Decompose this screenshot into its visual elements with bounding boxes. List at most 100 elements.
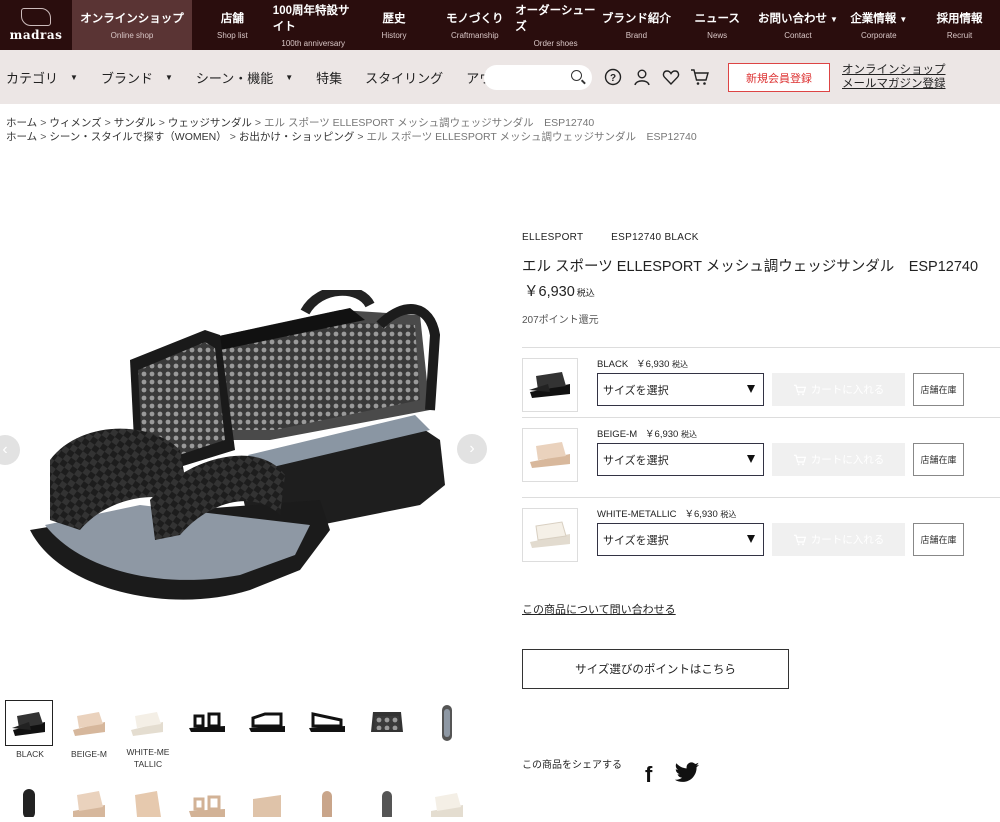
store-stock-button[interactable]: 店舗在庫 <box>913 373 964 406</box>
breadcrumb-current: エル スポーツ ELLESPORT メッシュ調ウェッジサンダル ESP12740 <box>366 131 697 143</box>
category-navigation: カテゴリ▼ ブランド▼ シーン・機能▼ 特集 スタイリング アウトレット ? 新… <box>0 50 1000 104</box>
twitter-icon[interactable] <box>673 762 701 784</box>
variant-color: BEIGE-M <box>597 429 638 440</box>
chevron-down-icon: ▼ <box>70 72 78 82</box>
nav-sublabel: Order shoes <box>533 39 578 48</box>
size-select[interactable]: サイズを選択 <box>597 523 764 556</box>
breadcrumb-separator: > <box>104 117 111 129</box>
add-to-cart-label: カートに入れる <box>810 384 885 396</box>
subnav-brand[interactable]: ブランド ▼ <box>101 68 173 87</box>
variant-row-beige: BEIGE-M ￥6,930 税込 サイズを選択 カートに入れる 店舗在庫 <box>522 417 1000 487</box>
add-to-cart-button[interactable]: カートに入れる <box>772 523 905 556</box>
nav-label: お問い合わせ <box>758 13 828 25</box>
nav-history[interactable]: 歴史 History <box>354 0 435 50</box>
breadcrumb-separator: > <box>229 131 236 143</box>
variant-image <box>522 508 578 562</box>
thumbnail-row2-2[interactable] <box>65 776 113 822</box>
chevron-down-icon: ▼ <box>899 15 908 24</box>
nav-corporate[interactable]: 企業情報 ▼ Corporate <box>838 0 919 50</box>
subnav-scene[interactable]: シーン・機能 ▼ <box>196 68 293 87</box>
thumbnail-side-1[interactable] <box>183 700 231 746</box>
thumbnail-row2-3[interactable] <box>123 776 171 822</box>
chevron-down-icon <box>747 535 755 543</box>
cart-icon <box>793 384 806 395</box>
nav-sublabel: Corporate <box>860 31 897 40</box>
nav-label: オーダーシューズ <box>515 5 596 33</box>
breadcrumb-link[interactable]: ウェッジサンダル <box>168 117 252 129</box>
subnav-styling[interactable]: スタイリング <box>365 68 443 87</box>
variant-price: ￥6,930 <box>684 509 718 520</box>
breadcrumb-link[interactable]: ホーム <box>6 131 37 143</box>
breadcrumb-link[interactable]: ウィメンズ <box>49 117 101 129</box>
nav-anniversary[interactable]: 100周年特設サイト 100th anniversary <box>273 0 354 50</box>
product-price: ￥6,930 税込 <box>524 280 595 301</box>
thumbnail-side-3[interactable] <box>303 700 351 746</box>
thumbnail-back[interactable] <box>363 700 411 746</box>
thumbnail-row2-8[interactable] <box>423 776 471 822</box>
variant-tax: 税込 <box>680 430 697 439</box>
variant-price: ￥6,930 <box>645 429 679 440</box>
variant-color: WHITE-METALLIC <box>597 509 677 520</box>
image-prev-arrow[interactable]: ‹ <box>0 435 20 465</box>
variant-name: BEIGE-M ￥6,930 税込 <box>597 426 697 440</box>
favorite-heart-icon[interactable] <box>661 66 681 88</box>
image-next-arrow[interactable]: › <box>457 434 487 464</box>
breadcrumb-current: エル スポーツ ELLESPORT メッシュ調ウェッジサンダル ESP12740 <box>264 117 595 129</box>
nav-recruit[interactable]: 採用情報 Recruit <box>919 0 1000 50</box>
add-to-cart-button[interactable]: カートに入れる <box>772 373 905 406</box>
thumbnail-black[interactable] <box>5 700 53 746</box>
size-select[interactable]: サイズを選択 <box>597 443 764 476</box>
store-stock-button[interactable]: 店舗在庫 <box>913 443 964 476</box>
nav-online-shop[interactable]: オンラインショップ Online shop <box>72 0 192 50</box>
breadcrumb-separator: > <box>158 117 165 129</box>
subnav-category[interactable]: カテゴリ ▼ <box>6 68 78 87</box>
search-icon[interactable] <box>571 70 582 81</box>
nav-label: 採用情報 <box>936 13 983 25</box>
thumbnail-beige[interactable] <box>65 700 113 746</box>
subnav-label: カテゴリ <box>6 70 59 86</box>
subnav-feature[interactable]: 特集 <box>316 68 342 87</box>
nav-label: ブランド紹介 <box>601 13 671 25</box>
variant-price: ￥6,930 <box>636 359 670 370</box>
thumbnail-row2-4[interactable] <box>183 776 231 822</box>
variant-tax: 税込 <box>720 510 737 519</box>
register-button[interactable]: 新規会員登録 <box>728 63 830 92</box>
share-label: この商品をシェアする <box>522 760 622 771</box>
breadcrumb-link[interactable]: ホーム <box>6 117 37 129</box>
thumbnail-row2-7[interactable] <box>363 776 411 822</box>
thumbnail-row2-6[interactable] <box>303 776 351 822</box>
nav-label: モノづくり <box>446 13 504 25</box>
size-guide-button[interactable]: サイズ選びのポイントはこちら <box>522 649 789 689</box>
help-icon[interactable]: ? <box>603 66 623 88</box>
cart-icon <box>793 454 806 465</box>
newsletter-link[interactable]: オンラインショップ メールマガジン登録 <box>842 63 946 91</box>
product-inquiry-link[interactable]: この商品について問い合わせる <box>522 601 676 617</box>
thumbnail-row2-1[interactable] <box>5 776 53 822</box>
nav-contact[interactable]: お問い合わせ ▼ Contact <box>758 0 839 50</box>
nav-brand[interactable]: ブランド紹介 Brand <box>596 0 677 50</box>
nav-order-shoes[interactable]: オーダーシューズ Order shoes <box>515 0 596 50</box>
breadcrumb-separator: > <box>357 131 364 143</box>
cart-icon[interactable] <box>690 66 710 88</box>
madras-logo[interactable]: madras <box>0 0 72 50</box>
add-to-cart-button[interactable]: カートに入れる <box>772 443 905 476</box>
breadcrumb-separator: > <box>40 131 47 143</box>
add-to-cart-label: カートに入れる <box>810 454 885 466</box>
breadcrumb-link[interactable]: シーン・スタイルで探す（WOMEN） <box>49 131 226 143</box>
search-input[interactable] <box>484 65 592 90</box>
cart-icon <box>793 534 806 545</box>
breadcrumb-link[interactable]: お出かけ・ショッピング <box>239 131 355 143</box>
thumbnail-side-2[interactable] <box>243 700 291 746</box>
thumbnail-top[interactable] <box>423 700 471 746</box>
thumbnail-white[interactable] <box>123 700 171 746</box>
nav-news[interactable]: ニュース News <box>677 0 758 50</box>
thumbnail-row2-5[interactable] <box>243 776 291 822</box>
facebook-icon[interactable]: f <box>645 762 652 788</box>
size-select[interactable]: サイズを選択 <box>597 373 764 406</box>
breadcrumb-link[interactable]: サンダル <box>114 117 156 129</box>
account-icon[interactable] <box>632 66 652 88</box>
nav-shop-list[interactable]: 店舗 Shop list <box>192 0 273 50</box>
product-main-image <box>30 290 445 600</box>
store-stock-button[interactable]: 店舗在庫 <box>913 523 964 556</box>
nav-craftmanship[interactable]: モノづくり Craftmanship <box>434 0 515 50</box>
